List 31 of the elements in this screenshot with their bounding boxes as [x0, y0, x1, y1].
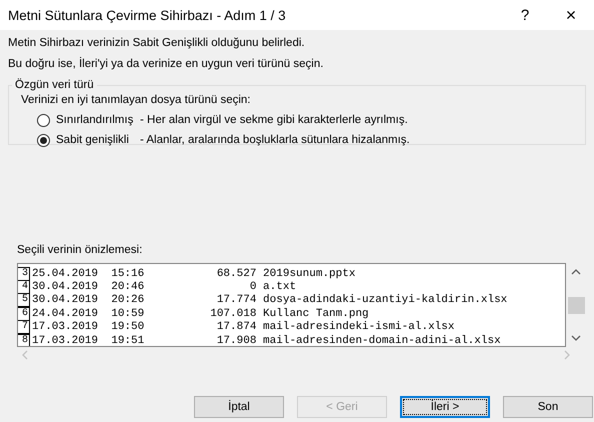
dialog-button[interactable]: İptal: [194, 396, 284, 418]
radio-button[interactable]: [37, 114, 50, 126]
preview-row: 30.04.2019 20:26 17.774 dosya-adindaki-uzantiyi-kaldirin.xlsx: [32, 294, 508, 306]
dialog-button[interactable]: Son: [503, 396, 593, 418]
preview-row: 30.04.2019 20:46 0 a.txt: [32, 281, 296, 294]
info-text: Bu doğru ise, İleri'yi ya da verinize en uygun veri türünü seçin.: [8, 56, 324, 72]
preview-row: 24.04.2019 10:59 107.018 Kullanc Tanm.png: [32, 308, 369, 320]
radio-label[interactable]: Sınırlandırılmış: [56, 114, 140, 126]
close-button[interactable]: ×: [548, 4, 594, 26]
scroll-down-icon[interactable]: [571, 335, 581, 341]
preview-row: 25.04.2019 15:16 68.527 2019sunum.pptx: [32, 268, 356, 280]
preview-label: Seçili verinin önizlemesi:: [17, 243, 144, 258]
scrollbar-thumb[interactable]: [568, 297, 584, 314]
preview-row: 17.03.2019 19:51 17.908 mail-adresinden-domain-adini-al.xlsx: [32, 334, 501, 346]
window-title: Metni Sütunlara Çevirme Sihirbazı - Adım 1 / 3: [8, 8, 287, 22]
option-description: - Alanlar, aralarında boşluklarla sütunlara hizalanmış.: [140, 134, 410, 146]
option-description: - Her alan virgül ve sekme gibi karakterlerle ayrılmış.: [140, 114, 408, 126]
line-number: 7: [18, 320, 30, 334]
help-button[interactable]: ?: [502, 6, 548, 24]
group-title: Özgün veri türü: [14, 79, 95, 91]
line-number: 8: [18, 334, 30, 346]
group-prompt: Verinizi en iyi tanımlayan dosya türünü seçin:: [20, 93, 252, 108]
radio-button[interactable]: [37, 134, 50, 146]
info-text: Metin Sihirbazı verinizin Sabit Genişlikli olduğunu belirledi.: [8, 36, 306, 51]
line-number: 3: [18, 266, 30, 281]
preview-row: 17.03.2019 19:50 17.874 mail-adresindeki-ismi-al.xlsx: [32, 321, 454, 334]
line-number: 5: [18, 293, 30, 308]
radio-label[interactable]: Sabit genişlikli: [56, 134, 140, 146]
dialog-button[interactable]: İleri >: [400, 396, 490, 418]
scroll-up-icon[interactable]: [571, 269, 581, 275]
line-number: 6: [18, 306, 30, 321]
